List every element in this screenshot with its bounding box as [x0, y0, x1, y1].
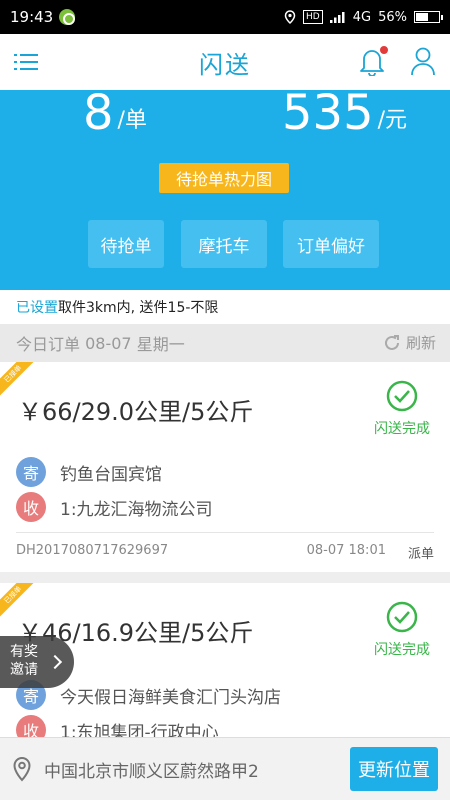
orders-count-unit: /单	[117, 108, 147, 133]
date-bar: 今日订单 08-07 星期一 刷新	[0, 324, 450, 362]
status-time: 19:43	[10, 8, 54, 26]
sender-row: 寄 钓鱼台国宾馆	[16, 457, 162, 487]
date-value: 08-07	[85, 333, 132, 353]
sender-address: 钓鱼台国宾馆	[60, 464, 162, 485]
refresh-label: 刷新	[405, 334, 436, 352]
signal-icon	[329, 12, 345, 23]
refresh-icon	[385, 334, 399, 350]
order-preference-button[interactable]: 订单偏好	[283, 220, 379, 268]
order-status-label: 闪送完成	[374, 642, 430, 658]
income-total: 535 /元	[282, 85, 408, 141]
page-title: 闪送	[199, 50, 251, 79]
invite-reward-button[interactable]: 有奖 邀请	[0, 636, 74, 688]
order-status-label: 闪送完成	[374, 421, 430, 437]
income-unit: /元	[377, 108, 408, 133]
orders-count-value: 8	[83, 85, 114, 141]
receiver-address: 1:九龙汇海物流公司	[60, 499, 213, 520]
hd-badge: HD	[303, 10, 323, 24]
order-price: ￥66/29.0公里/5公斤	[18, 398, 254, 426]
orders-count: 8 /单	[83, 85, 147, 141]
refresh-button[interactable]: 刷新	[382, 332, 436, 353]
order-status: 闪送完成	[370, 380, 434, 438]
heatmap-button[interactable]: 待抢单热力图	[159, 163, 289, 193]
order-card[interactable]: 已接单 ￥66/29.0公里/5公斤 闪送完成 寄 钓鱼台国宾馆 收 1:九龙汇…	[0, 362, 450, 572]
battery-percent: 56%	[378, 9, 407, 25]
today-orders-label: 今日订单	[16, 335, 81, 354]
stats-panel: 8 /单 535 /元 待抢单热力图 待抢单 摩托车 订单偏好	[0, 85, 450, 290]
network-type: 4G	[352, 9, 372, 25]
invite-line-2: 邀请	[10, 662, 38, 678]
receiver-tag: 收	[16, 492, 46, 522]
update-location-button[interactable]: 更新位置	[350, 747, 438, 791]
unread-dot	[380, 46, 388, 54]
status-bar: 19:43 HD 4G 56%	[0, 0, 450, 34]
order-number: DH2017080717629697	[16, 543, 169, 558]
order-footer: DH2017080717629697 08-07 18:01 派单	[16, 532, 434, 562]
preference-bar[interactable]: 已设置 取件3km内, 送件15-不限	[0, 290, 450, 324]
weekday-value: 星期一	[136, 335, 185, 354]
check-circle-icon	[386, 380, 418, 412]
order-status: 闪送完成	[370, 601, 434, 659]
notification-bell-icon[interactable]	[358, 46, 388, 78]
user-profile-icon[interactable]	[410, 46, 436, 78]
notification-app-icon	[59, 9, 76, 25]
motorcycle-button[interactable]: 摩托车	[181, 220, 267, 268]
receiver-row: 收 1:九龙汇海物流公司	[16, 492, 213, 522]
battery-icon	[414, 11, 443, 23]
check-circle-icon	[386, 601, 418, 633]
order-time: 08-07 18:01	[306, 543, 386, 558]
current-address: 中国北京市顺义区蔚然路甲2	[44, 761, 259, 782]
invite-line-1: 有奖	[10, 644, 38, 660]
menu-icon[interactable]	[14, 52, 38, 72]
order-action: 派单	[407, 547, 434, 562]
status-indicators: HD 4G 56%	[284, 9, 443, 25]
preference-set-label: 已设置	[16, 300, 58, 316]
location-pin-icon	[13, 756, 31, 782]
location-status-icon	[284, 10, 296, 24]
app-header: 闪送	[0, 34, 450, 90]
location-bar: 中国北京市顺义区蔚然路甲2 更新位置	[0, 737, 450, 800]
sender-address: 今天假日海鲜美食汇门头沟店	[60, 687, 281, 708]
pending-orders-button[interactable]: 待抢单	[88, 220, 164, 268]
preference-text: 取件3km内, 送件15-不限	[58, 300, 219, 316]
sender-tag: 寄	[16, 457, 46, 487]
income-value: 535	[282, 85, 374, 141]
